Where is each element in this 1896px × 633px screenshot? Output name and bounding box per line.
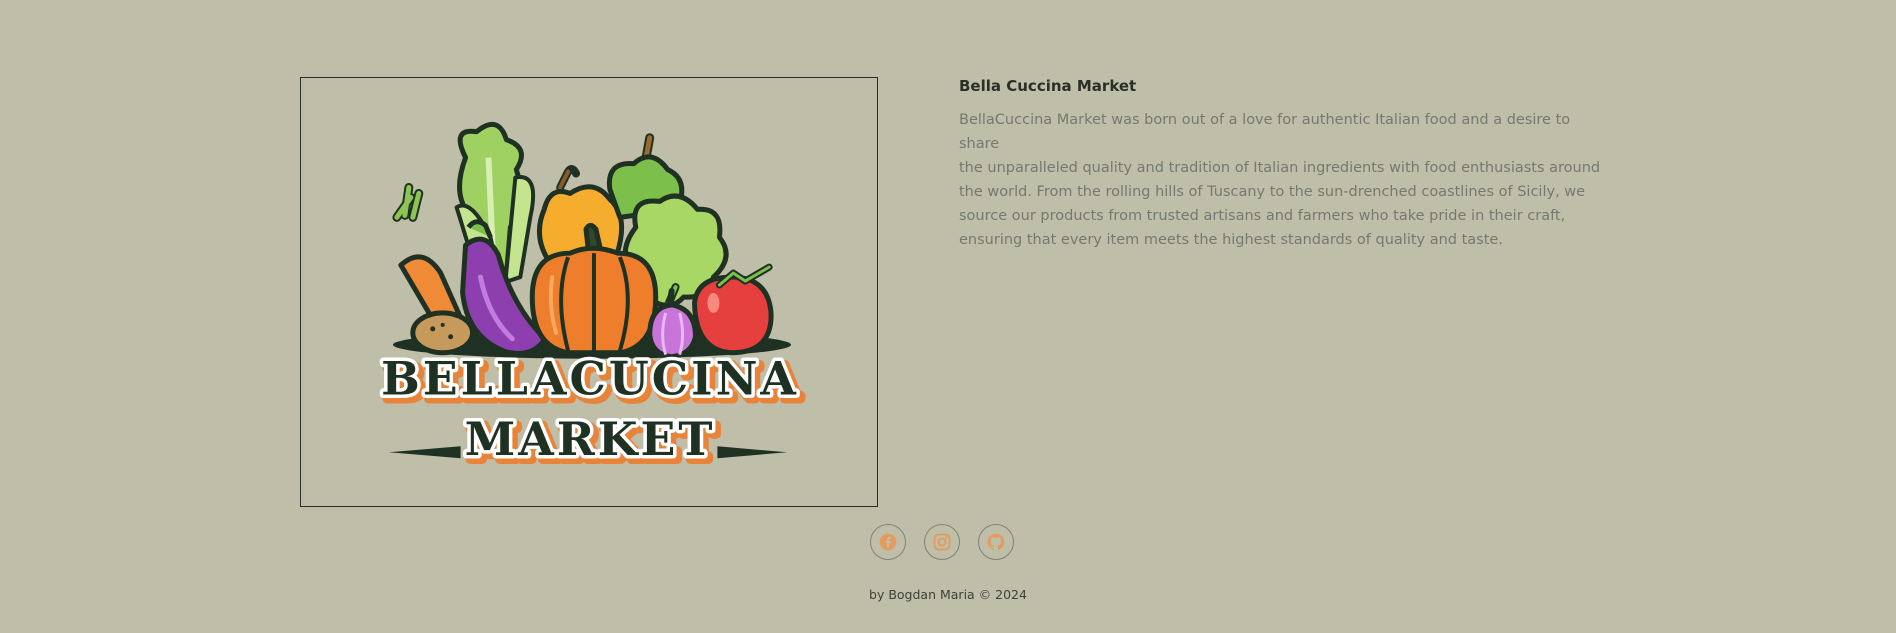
github-icon	[987, 533, 1005, 550]
logo-line2: MARKET	[465, 412, 716, 466]
right-swoosh	[717, 446, 788, 459]
facebook-link[interactable]	[870, 524, 906, 560]
facebook-icon	[879, 533, 897, 551]
github-link[interactable]	[978, 524, 1014, 560]
vegetable-basket-illustration: BELLACUCINA BELLACUCINA MARKET MARKET	[378, 121, 805, 475]
left-swoosh	[388, 446, 461, 459]
about-description: BellaCuccina Market was born out of a lo…	[959, 112, 1601, 248]
logo-line1: BELLACUCINA	[381, 352, 799, 406]
about-title: Bella Cuccina Market	[959, 77, 1137, 95]
potato-icon	[410, 310, 476, 356]
about-section: Bella Cuccina Market BellaCuccina Market…	[959, 74, 1607, 252]
instagram-link[interactable]	[924, 524, 960, 560]
instagram-icon	[933, 533, 951, 551]
social-links	[870, 524, 1014, 560]
hero-logo-image: BELLACUCINA BELLACUCINA MARKET MARKET	[300, 77, 878, 507]
footer-credit: by Bogdan Maria © 2024	[869, 587, 1027, 602]
